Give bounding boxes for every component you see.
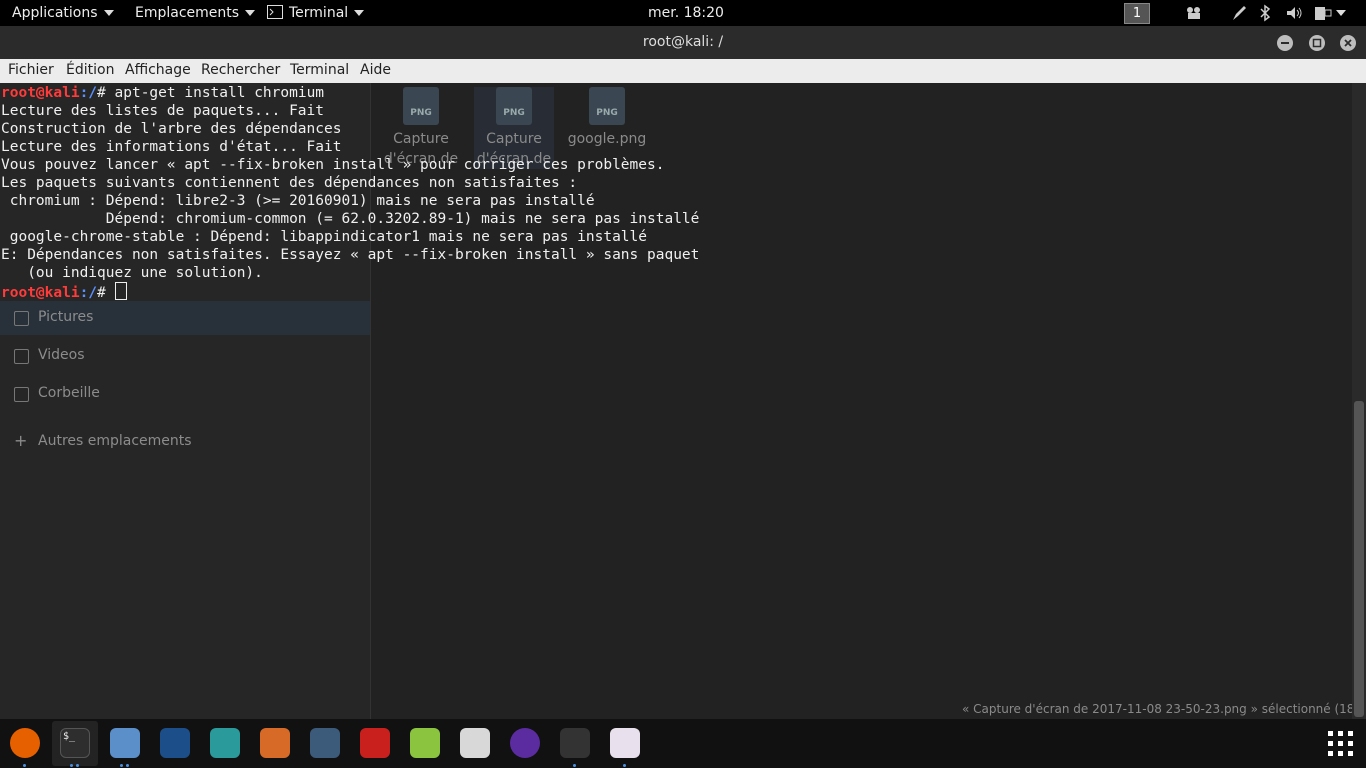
close-icon [1344,39,1352,47]
background-status: « Capture d'écran de 2017-11-08 23-50-23… [962,702,1352,716]
running-indicator [76,764,79,767]
minimize-icon [1281,42,1289,44]
chevron-down-icon [103,10,114,16]
places-menu[interactable]: Emplacements [135,0,256,26]
system-menu-chevron-icon[interactable] [1336,10,1346,16]
maltego-icon[interactable] [310,728,340,758]
armitage-icon[interactable] [210,728,240,758]
videos-icon [14,349,29,364]
background-sidebar-pictures: Pictures [38,309,94,325]
background-sidebar-other-places: Autres emplacements [38,433,192,449]
output-line: chromium : Dépend: libre2-3 (>= 20160901… [1,193,595,209]
background-sidebar-videos: Videos [38,347,85,363]
output-line: Lecture des informations d'état... Fait [1,139,342,155]
cutycapt-icon[interactable] [460,728,490,758]
menu-edition[interactable]: Édition [66,59,114,82]
camera-icon[interactable] [1185,4,1203,22]
applications-menu[interactable]: Applications [12,0,114,26]
recordmydesktop-icon[interactable] [510,728,540,758]
running-indicator [126,764,129,767]
prompt-line: root@kali:/# [1,282,127,301]
running-indicator [23,764,26,767]
menu-affichage[interactable]: Affichage [125,59,191,82]
pen-icon[interactable] [1231,4,1247,22]
pictures-icon [14,311,29,326]
faraday-icon[interactable] [360,728,390,758]
scrollbar-thumb[interactable] [1354,401,1364,717]
output-line: Vous pouvez lancer « apt --fix-broken in… [1,157,665,173]
bluetooth-icon[interactable] [1259,4,1271,22]
kazam-icon[interactable] [560,728,590,758]
tweak-tool-icon[interactable] [610,728,640,758]
prompt-path: :/ [79,285,98,301]
output-line: Dépend: chromium-common (= 62.0.3202.89-… [1,211,700,227]
maximize-icon [1312,38,1322,48]
menu-aide[interactable]: Aide [360,59,391,82]
terminal-output[interactable]: root@kali:/# apt-get install chromium Le… [1,84,699,302]
power-icon[interactable] [1313,4,1333,22]
close-button[interactable] [1340,35,1356,51]
places-label: Emplacements [135,5,240,21]
running-indicator [70,764,73,767]
minimize-button[interactable] [1277,35,1293,51]
files-icon[interactable] [110,728,140,758]
running-indicator [573,764,576,767]
running-indicator [623,764,626,767]
terminal-area[interactable]: Pictures Videos Corbeille + Autres empla… [0,83,1352,719]
window-titlebar[interactable]: root@kali: / [0,26,1366,59]
text-cursor [114,282,127,300]
dock: $_ [0,719,1366,768]
leafpad-icon[interactable] [410,728,440,758]
prompt-line: root@kali:/# apt-get install chromium [1,85,324,101]
prompt-user-host: root@kali [1,85,80,101]
output-line: google-chrome-stable : Dépend: libappind… [1,229,648,245]
burpsuite-icon[interactable] [260,728,290,758]
chevron-down-icon [354,10,365,16]
top-panel: Applications Emplacements Terminal mer. … [0,0,1366,26]
app-name-label: Terminal [289,5,349,21]
firefox-icon[interactable] [10,728,40,758]
app-menu-terminal[interactable]: Terminal [267,0,365,26]
background-sidebar-trash: Corbeille [38,385,100,401]
prompt-user-host: root@kali [1,285,80,301]
prompt-symbol: # [97,85,115,101]
menu-terminal[interactable]: Terminal [290,59,349,82]
command-text: apt-get install chromium [114,85,325,101]
volume-icon[interactable] [1285,4,1303,22]
running-indicator [120,764,123,767]
trash-icon [14,387,29,402]
window-title: root@kali: / [642,34,724,50]
prompt-symbol: # [97,285,115,301]
output-line: (ou indiquez une solution). [1,265,263,281]
terminal-icon [267,5,283,19]
output-line: Lecture des listes de paquets... Fait [1,103,325,119]
output-line: Construction de l'arbre des dépendances [1,121,342,137]
chevron-down-icon [245,10,256,16]
terminal-icon[interactable]: $_ [60,728,90,758]
clock[interactable]: mer. 18:20 [648,0,724,26]
output-line: Les paquets suivants contiennent des dép… [1,175,578,191]
workspace-indicator[interactable]: 1 [1124,3,1150,24]
plus-icon: + [14,431,28,450]
output-line: E: Dépendances non satisfaites. Essayez … [1,247,700,263]
maximize-button[interactable] [1309,35,1325,51]
terminal-scrollbar[interactable] [1352,83,1366,719]
menu-bar: Fichier Édition Affichage Rechercher Ter… [0,59,1366,84]
menu-fichier[interactable]: Fichier [8,59,54,82]
applications-label: Applications [12,5,98,21]
metasploit-icon[interactable] [160,728,190,758]
show-applications-icon[interactable] [1328,731,1354,757]
prompt-path: :/ [79,85,98,101]
menu-rechercher[interactable]: Rechercher [201,59,280,82]
